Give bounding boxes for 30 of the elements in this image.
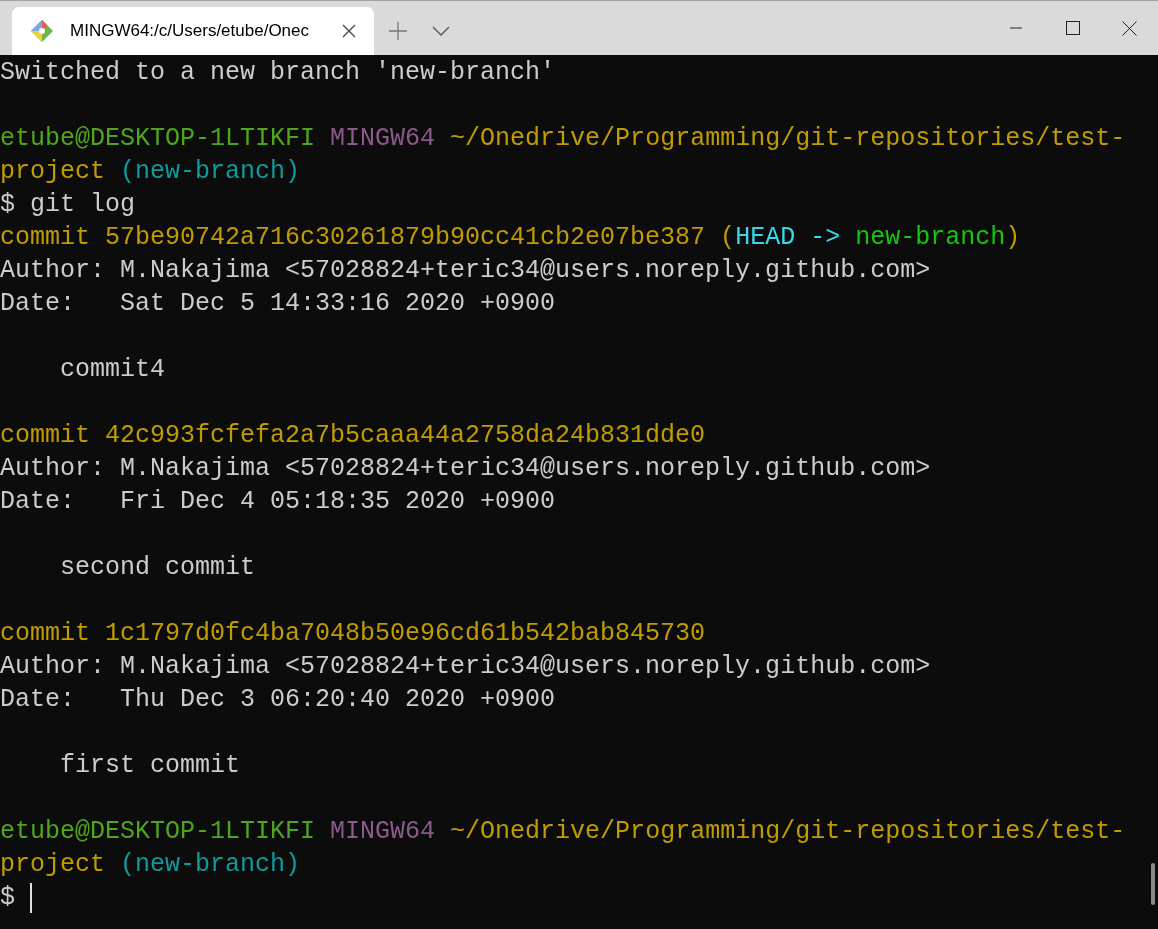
terminal-line: second commit [59, 552, 256, 584]
diamond-logo-icon [30, 19, 54, 43]
tab-title: MINGW64:/c/Users/etube/Onec [70, 20, 310, 43]
chevron-down-icon[interactable] [432, 26, 450, 36]
plus-icon[interactable] [388, 21, 408, 41]
terminal-line: Switched to a new branch 'new-branch' [0, 57, 556, 89]
terminal-pane[interactable] [0, 55, 1158, 929]
terminal-line: $ git log [0, 189, 136, 221]
terminal-line: commit 42c993fcfefa2a7b5caaa44a2758da24b831dde0 [0, 420, 706, 452]
terminal-tab[interactable]: MINGW64:/c/Users/etube/Onec [12, 7, 374, 55]
scrollbar-thumb[interactable] [1151, 863, 1155, 905]
minimize-icon [1009, 27, 1022, 29]
terminal-line: Date: Fri Dec 4 05:18:35 2020 +0900 [0, 486, 556, 518]
terminal-line: Date: Thu Dec 3 06:20:40 2020 +0900 [0, 684, 556, 716]
terminal-line: commit 1c1797d0fc4ba7048b50e96cd61b542bab845730 [0, 618, 706, 650]
close-icon [1122, 20, 1137, 36]
maximize-icon [1065, 21, 1080, 35]
terminal-line: project (new-branch) [0, 849, 301, 881]
terminal-line: commit 57be90742a716c30261879b90cc41cb2e07be387 (HEAD -> new-branch) [0, 222, 1021, 254]
terminal-line: Date: Sat Dec 5 14:33:16 2020 +0900 [0, 288, 556, 320]
terminal-line: commit4 [59, 354, 166, 386]
terminal-line: $ [0, 882, 15, 914]
terminal-line: first commit [59, 750, 241, 782]
terminal-line: etube@DESKTOP-1LTIKFI MINGW64 ~/Onedrive/Programming/git-repositories/test- [0, 123, 1126, 155]
close-icon[interactable] [342, 24, 356, 38]
terminal-line: project (new-branch) [0, 156, 301, 188]
terminal-line: Author: M.Nakajima <57028824+teric34@users.noreply.github.com> [0, 453, 931, 485]
terminal-line: Author: M.Nakajima <57028824+teric34@users.noreply.github.com> [0, 651, 931, 683]
terminal-line: etube@DESKTOP-1LTIKFI MINGW64 ~/Onedrive/Programming/git-repositories/test- [0, 816, 1126, 848]
terminal-line: Author: M.Nakajima <57028824+teric34@users.noreply.github.com> [0, 255, 931, 287]
